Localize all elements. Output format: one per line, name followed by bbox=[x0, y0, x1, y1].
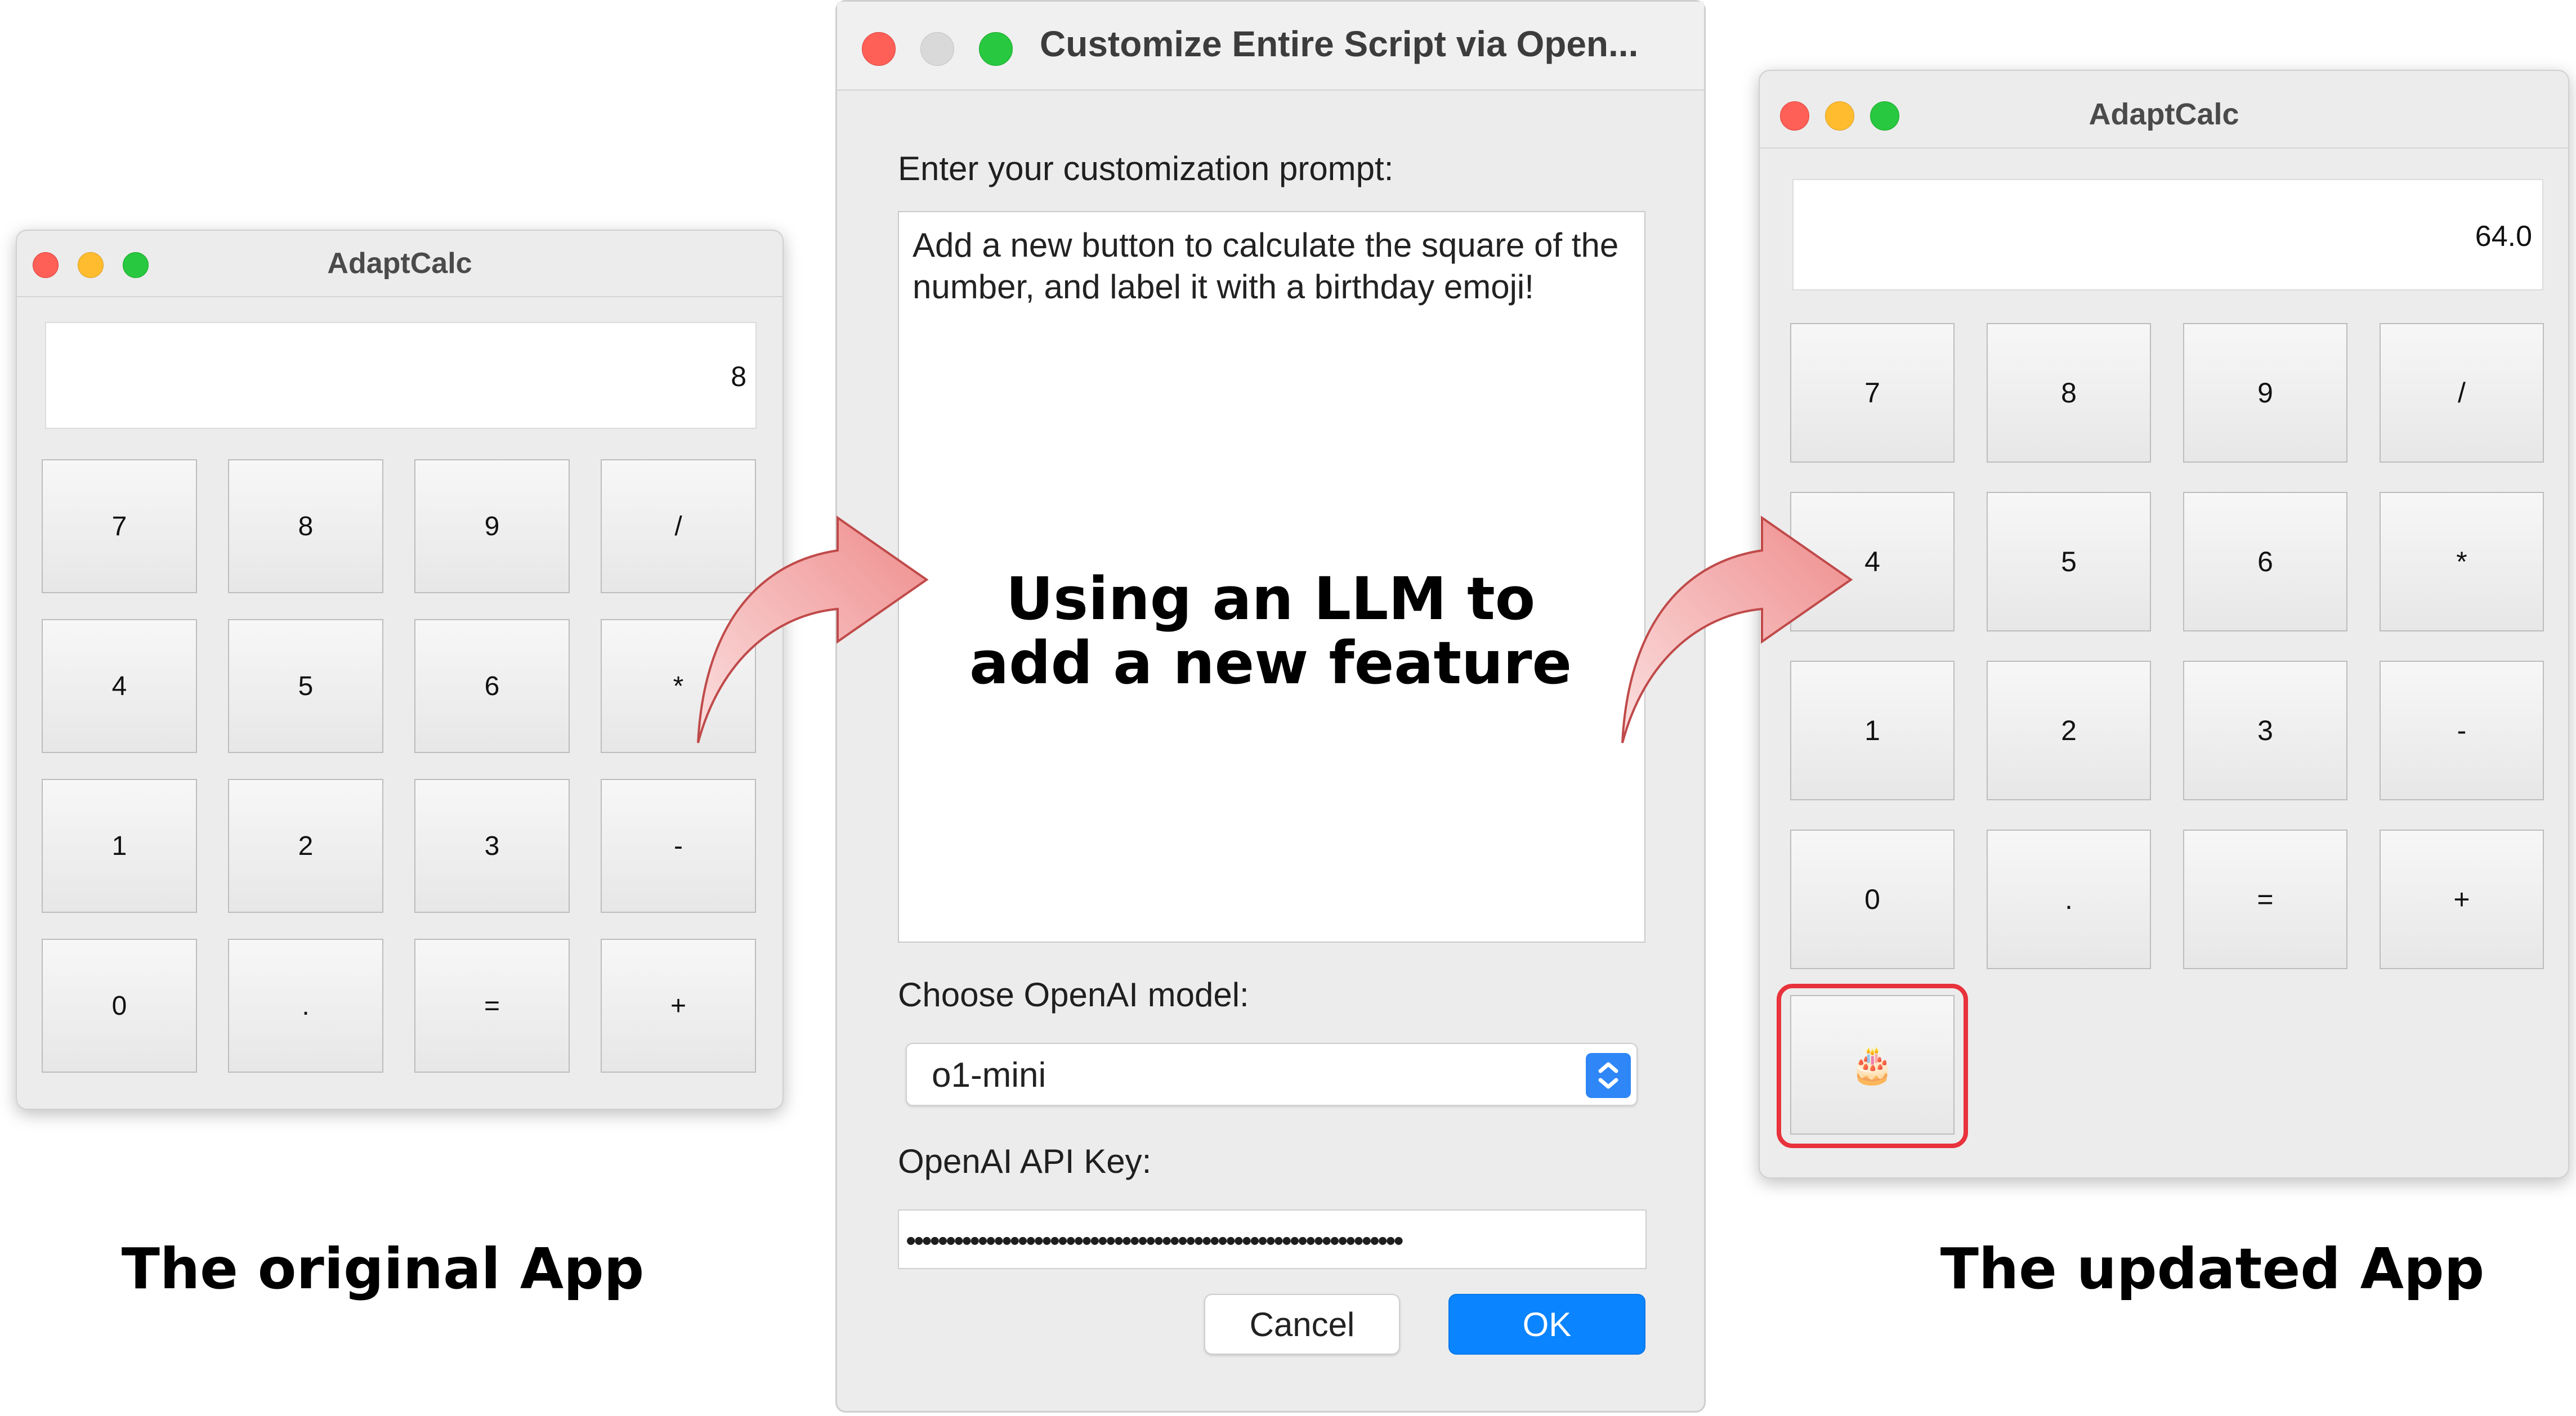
key-button[interactable]: 4 bbox=[1790, 492, 1955, 631]
ok-button[interactable]: OK bbox=[1448, 1294, 1645, 1355]
window-title: AdaptCalc bbox=[327, 247, 472, 280]
api-key-field[interactable]: ••••••••••••••••••••••••••••••••••••••••… bbox=[898, 1209, 1647, 1269]
key-button[interactable]: 5 bbox=[1987, 492, 2151, 631]
model-label: Choose OpenAI model: bbox=[898, 976, 1249, 1014]
original-app-window: AdaptCalc 8 7 8 9/4 5 6 * 1 2 3-0. = + bbox=[16, 230, 784, 1110]
key-button[interactable]: 5 bbox=[228, 619, 383, 753]
zoom-icon[interactable] bbox=[979, 32, 1013, 66]
dialog-titlebar: Customize Entire Script via Open... bbox=[837, 2, 1704, 91]
api-key-value: ••••••••••••••••••••••••••••••••••••••••… bbox=[906, 1225, 1404, 1257]
key-button[interactable]: 1 bbox=[42, 779, 197, 913]
key-button[interactable]: 4 bbox=[42, 619, 197, 753]
key-button[interactable]: = bbox=[2183, 830, 2347, 969]
key-button[interactable]: . bbox=[228, 939, 383, 1073]
key-button[interactable]: 7 bbox=[42, 459, 197, 593]
cancel-button[interactable]: Cancel bbox=[1204, 1294, 1400, 1355]
key-button[interactable]: 8 bbox=[228, 459, 383, 593]
window-title: AdaptCalc bbox=[2088, 97, 2239, 131]
original-app-caption: The original App bbox=[121, 1236, 645, 1302]
key-button[interactable]: / bbox=[601, 459, 756, 593]
overlay-line-2: add a new feature bbox=[969, 629, 1572, 697]
key-button[interactable]: = bbox=[414, 939, 570, 1073]
key-button[interactable]: + bbox=[2380, 830, 2544, 969]
close-icon[interactable] bbox=[862, 32, 896, 66]
key-button[interactable]: * bbox=[601, 619, 756, 753]
key-button[interactable]: 7 bbox=[1790, 323, 1955, 463]
customize-dialog-window: Customize Entire Script via Open... Ente… bbox=[835, 0, 1706, 1413]
calculator-display: 8 bbox=[45, 322, 757, 429]
key-button[interactable]: 6 bbox=[414, 619, 570, 753]
key-button[interactable]: 8 bbox=[1987, 323, 2151, 463]
updated-app-window: AdaptCalc 64.0 7 8 9/4 5 6 * 1 2 3-0. = + 🎂 bbox=[1759, 70, 2569, 1178]
api-key-label: OpenAI API Key: bbox=[898, 1142, 1152, 1180]
prompt-text: Add a new button to calculate the square… bbox=[913, 226, 1619, 306]
key-button[interactable]: - bbox=[2380, 661, 2544, 800]
key-button[interactable]: 2 bbox=[1987, 661, 2151, 800]
key-button[interactable]: 6 bbox=[2183, 492, 2347, 631]
new-button-highlight bbox=[1777, 984, 1968, 1148]
key-button[interactable]: * bbox=[2380, 492, 2544, 631]
key-button[interactable]: / bbox=[2380, 323, 2544, 463]
display-value: 8 bbox=[731, 361, 746, 392]
chevron-updown-icon[interactable] bbox=[1586, 1053, 1631, 1098]
original-app-titlebar: AdaptCalc bbox=[17, 231, 782, 297]
overlay-line-1: Using an LLM to bbox=[1005, 564, 1536, 633]
updated-app-caption: The updated App bbox=[1940, 1236, 2485, 1302]
model-select-value: o1-mini bbox=[932, 1056, 1046, 1095]
dialog-title: Customize Entire Script via Open... bbox=[1040, 24, 1639, 64]
key-button[interactable]: 2 bbox=[228, 779, 383, 913]
minimize-icon bbox=[920, 32, 954, 66]
model-select[interactable]: o1-mini bbox=[906, 1043, 1638, 1106]
updated-app-titlebar: AdaptCalc bbox=[1760, 71, 2568, 149]
key-button[interactable]: 1 bbox=[1790, 661, 1955, 800]
key-button[interactable]: 3 bbox=[2183, 661, 2347, 800]
display-value: 64.0 bbox=[2475, 220, 2532, 253]
key-button[interactable]: - bbox=[601, 779, 756, 913]
key-button[interactable]: + bbox=[601, 939, 756, 1073]
key-button[interactable]: 9 bbox=[2183, 323, 2347, 463]
key-button[interactable]: . bbox=[1987, 830, 2151, 969]
calculator-display: 64.0 bbox=[1792, 179, 2543, 290]
key-button[interactable]: 0 bbox=[42, 939, 197, 1073]
key-button[interactable]: 3 bbox=[414, 779, 570, 913]
prompt-label: Enter your customization prompt: bbox=[898, 150, 1394, 187]
key-button[interactable]: 0 bbox=[1790, 830, 1955, 969]
key-button[interactable]: 9 bbox=[414, 459, 570, 593]
